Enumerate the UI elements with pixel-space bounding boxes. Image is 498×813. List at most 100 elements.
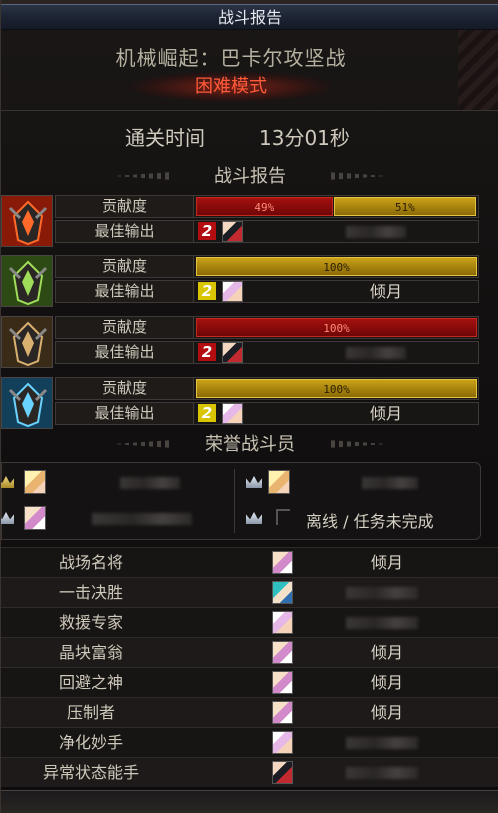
contribution-bar: 100%	[196, 257, 477, 276]
contribution-line: 贡献度 100%	[55, 377, 479, 400]
award-row[interactable]: 晶块富翁 倾月	[1, 637, 498, 667]
player-avatar	[272, 611, 293, 634]
honor-section-title: 荣誉战斗员	[205, 434, 295, 455]
best-output-line: 最佳输出 2 倾月	[55, 402, 479, 425]
contribution-line: 贡献度 100%	[55, 255, 479, 278]
contribution-bar: 100%	[196, 318, 477, 337]
decorative-pattern	[458, 30, 498, 110]
ornament-right	[327, 440, 387, 448]
award-player-name: 倾月	[370, 703, 403, 722]
best-output-label: 最佳输出	[56, 221, 194, 242]
battle-report-window: 战斗报告 机械崛起：巴卡尔攻坚战 困难模式 通关时间 13分01秒 战斗报告 贡…	[0, 0, 498, 813]
censored-name	[92, 513, 192, 525]
award-title: 救援专家	[58, 613, 123, 632]
boss-portrait[interactable]	[1, 195, 53, 247]
censored-name	[362, 477, 418, 489]
player-avatar[interactable]	[222, 342, 243, 363]
crown-icon	[246, 476, 262, 488]
honor-separator	[234, 469, 235, 533]
censored-name	[346, 587, 418, 599]
earth-dragon-boss-icon	[2, 256, 52, 306]
crown-icon	[246, 512, 262, 524]
clear-time-row: 通关时间 13分01秒	[1, 122, 498, 152]
contribution-segment: 100%	[196, 257, 477, 276]
divider	[1, 110, 498, 111]
censored-name	[346, 767, 418, 779]
player-avatar	[272, 761, 293, 784]
contribution-bar: 49% 51%	[196, 197, 477, 216]
boss-portrait[interactable]	[1, 377, 53, 429]
contribution-label: 贡献度	[56, 256, 194, 277]
award-title: 回避之神	[58, 673, 123, 692]
best-output-area: 2	[196, 342, 476, 363]
award-title: 净化妙手	[58, 733, 123, 752]
best-output-line: 最佳输出 2	[55, 220, 479, 243]
difficulty-label: 困难模式	[131, 72, 331, 102]
censored-name	[346, 226, 406, 238]
best-output-label: 最佳输出	[56, 281, 194, 302]
honor-section-header: 荣誉战斗员	[1, 430, 498, 456]
ornament-left	[113, 172, 173, 180]
boss-row: 贡献度 49% 51% 最佳输出 2	[1, 195, 498, 251]
contribution-segment: 100%	[196, 318, 477, 337]
award-row[interactable]: 异常状态能手	[1, 757, 498, 787]
contribution-label: 贡献度	[56, 378, 194, 399]
player-avatar[interactable]	[222, 221, 243, 242]
boss-portrait[interactable]	[1, 316, 53, 368]
award-player-name: 倾月	[370, 643, 403, 662]
player-avatar[interactable]	[222, 403, 243, 424]
report-section-title: 战斗报告	[214, 166, 286, 187]
award-title: 晶块富翁	[58, 643, 123, 662]
player-avatar	[272, 641, 293, 664]
award-row[interactable]: 一击决胜	[1, 577, 498, 607]
player-avatar[interactable]	[222, 281, 243, 302]
boss-row: 贡献度 100% 最佳输出 2 倾月	[1, 255, 498, 311]
best-output-area: 2 倾月	[196, 403, 476, 424]
best-output-label: 最佳输出	[56, 403, 194, 424]
empty-slot-icon	[276, 509, 290, 525]
rank-badge: 2	[198, 404, 216, 422]
honor-slot-2[interactable]	[238, 467, 478, 497]
best-player-name: 倾月	[369, 282, 402, 301]
player-avatar	[24, 506, 46, 530]
best-player-name: 倾月	[369, 404, 402, 423]
report-section-header: 战斗报告	[1, 162, 498, 188]
award-row[interactable]: 救援专家	[1, 607, 498, 637]
contribution-segment: 49%	[196, 197, 333, 216]
award-title: 异常状态能手	[42, 763, 139, 782]
player-avatar	[24, 470, 46, 494]
award-row[interactable]: 净化妙手	[1, 727, 498, 757]
honor-panel: 离线 / 任务未完成	[1, 462, 481, 540]
contribution-bar: 100%	[196, 379, 477, 398]
best-output-line: 最佳输出 2 倾月	[55, 280, 479, 303]
censored-name	[346, 737, 418, 749]
honor-slot-3[interactable]	[1, 503, 232, 533]
award-title: 压制者	[66, 703, 115, 722]
honor-slot-1[interactable]	[1, 467, 232, 497]
contribution-label: 贡献度	[56, 196, 194, 217]
boss-portrait[interactable]	[1, 255, 53, 307]
contribution-segment: 51%	[333, 197, 476, 216]
award-row[interactable]: 战场名将 倾月	[1, 547, 498, 577]
honor-slot-4[interactable]: 离线 / 任务未完成	[238, 503, 478, 533]
player-avatar	[272, 731, 293, 754]
rank-badge: 2	[198, 343, 216, 361]
player-avatar	[268, 470, 290, 494]
player-avatar	[272, 551, 293, 574]
contribution-segment: 100%	[196, 379, 477, 398]
player-avatar	[272, 581, 293, 604]
player-avatar	[272, 701, 293, 724]
dark-dragon-boss-icon	[2, 317, 52, 367]
award-row[interactable]: 回避之神 倾月	[1, 667, 498, 697]
ornament-left	[113, 440, 173, 448]
window-title[interactable]: 战斗报告	[1, 4, 498, 30]
clear-time-label: 通关时间	[125, 126, 205, 150]
ornament-right	[327, 172, 387, 180]
boss-row: 贡献度 100% 最佳输出 2	[1, 316, 498, 372]
award-row[interactable]: 压制者 倾月	[1, 697, 498, 727]
award-title: 战场名将	[58, 553, 123, 572]
boss-row: 贡献度 100% 最佳输出 2 倾月	[1, 377, 498, 433]
best-output-label: 最佳输出	[56, 342, 194, 363]
offline-status: 离线 / 任务未完成	[306, 512, 434, 531]
bottom-strip	[1, 790, 498, 813]
